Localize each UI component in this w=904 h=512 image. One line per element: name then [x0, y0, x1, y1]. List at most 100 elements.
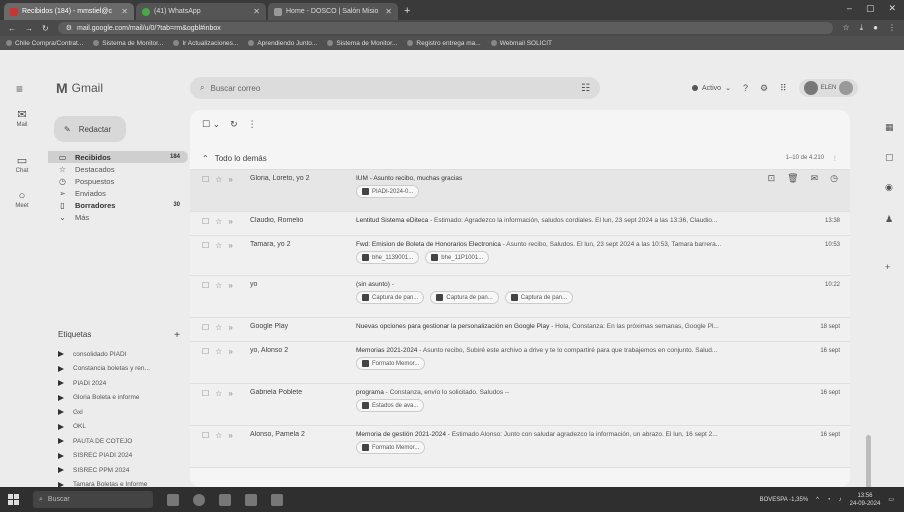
bookmark-item[interactable]: Webmail SOLICIT	[490, 40, 552, 47]
calendar-icon[interactable]: ▦	[885, 122, 894, 133]
checkbox[interactable]: ☐	[202, 217, 209, 235]
clock[interactable]: 13:56 24-09-2024	[850, 492, 881, 508]
download-icon[interactable]: ⤓	[860, 23, 864, 33]
table-row[interactable]: ☐ ☆» yo (sin asunto) - Captura de pan... …	[190, 276, 850, 318]
attachment-chip[interactable]: Captura de pan...	[430, 291, 499, 304]
star-icon[interactable]: ☆	[215, 389, 222, 425]
important-marker-icon[interactable]: »	[228, 389, 232, 425]
browser-tab-whatsapp[interactable]: (41) WhatsApp ✕	[136, 3, 266, 20]
attachment-chip[interactable]: Captura de pan...	[504, 291, 574, 304]
important-marker-icon[interactable]: »	[228, 241, 232, 275]
notifications-icon[interactable]: ▭	[888, 496, 894, 503]
chrome-app-icon[interactable]	[193, 493, 205, 506]
bookmark-item[interactable]: Aprendiendo Junto...	[248, 40, 317, 47]
stock-ticker[interactable]: BOVESPA -1,35%	[760, 497, 809, 503]
gmail-logo[interactable]: M Gmail	[56, 80, 103, 96]
section-header[interactable]: ⌃ Todo lo demás 1–10 de 4.210 ⋮	[190, 148, 850, 170]
snooze-icon[interactable]: ◷	[830, 173, 838, 184]
volume-icon[interactable]: ♪	[839, 497, 842, 503]
checkbox[interactable]: ☐	[202, 281, 209, 317]
mark-unread-icon[interactable]: ✉	[811, 173, 819, 184]
close-window-icon[interactable]: ✕	[888, 3, 896, 14]
attachment-chip[interactable]: Captura de pan...	[356, 291, 425, 304]
table-row[interactable]: ☐ ☆» Tamara, yo 2 Fwd: Emision de Boleta …	[190, 236, 850, 276]
label-item[interactable]: OKL	[48, 420, 188, 435]
search-bar[interactable]: ⌕ Buscar correo ☷	[190, 77, 600, 99]
maximize-icon[interactable]: ▢	[866, 3, 875, 14]
nav-item-sent[interactable]: ➢ Enviados	[48, 187, 188, 199]
star-icon[interactable]: ☆	[215, 347, 222, 383]
nav-item-more[interactable]: ⌄ Más	[48, 211, 188, 223]
add-addon-icon[interactable]: +	[885, 262, 890, 272]
add-label-icon[interactable]: +	[174, 330, 180, 341]
tasks-icon[interactable]: ◉	[885, 182, 893, 193]
label-item[interactable]: consolidado PIADI	[48, 347, 188, 362]
label-item[interactable]: SISREC PIADI 2024	[48, 449, 188, 464]
label-item[interactable]: PIADI 2024	[48, 376, 188, 391]
site-info-icon[interactable]: ⚙	[66, 24, 72, 32]
search-icon[interactable]: ⌕	[200, 83, 204, 93]
tray-chevron-icon[interactable]: ^	[816, 497, 819, 503]
close-tab-icon[interactable]: ✕	[253, 7, 260, 16]
bookmark-item[interactable]: Chile Compra/Contrat...	[6, 40, 83, 47]
status-selector[interactable]: Activo ⌄	[692, 84, 731, 92]
bookmark-item[interactable]: Registro entrega ma...	[407, 40, 481, 47]
table-row[interactable]: ☐ ☆ » Claudio, Romelio Lentitud Sistema eD…	[190, 212, 850, 236]
new-tab-icon[interactable]: +	[404, 5, 410, 17]
label-item[interactable]: SISREC PPM 2024	[48, 463, 188, 478]
checkbox[interactable]: ☐	[202, 389, 209, 425]
rail-item-mail[interactable]: ✉ Mail	[0, 108, 44, 128]
forward-icon[interactable]: →	[25, 24, 33, 33]
attachment-chip[interactable]: Estados de ava...	[356, 399, 425, 412]
nav-item-drafts[interactable]: ▯ Borradores 30	[48, 199, 188, 211]
network-icon[interactable]: ◔	[827, 497, 831, 503]
checkbox[interactable]: ☐	[202, 347, 209, 383]
star-icon[interactable]: ☆	[215, 281, 222, 317]
rail-item-meet[interactable]: ○ Meet	[0, 190, 44, 209]
checkbox[interactable]: ☐	[202, 323, 209, 341]
label-item[interactable]: Gxl	[48, 405, 188, 420]
checkbox[interactable]: ☐	[202, 431, 209, 467]
table-row[interactable]: ☐ ☆ » Google Play Nuevas opciones para ges…	[190, 318, 850, 342]
settings-gear-icon[interactable]: ⚙	[760, 83, 768, 94]
important-marker-icon[interactable]: »	[228, 217, 232, 235]
nav-item-inbox[interactable]: ▭ Recibidos 184	[48, 151, 188, 163]
bookmark-star-icon[interactable]: ☆	[842, 23, 849, 33]
main-menu-icon[interactable]: ≡	[16, 82, 23, 96]
checkbox[interactable]: ☐	[202, 175, 209, 211]
important-marker-icon[interactable]: »	[228, 347, 232, 383]
back-icon[interactable]: ←	[8, 24, 16, 33]
attachment-chip[interactable]: bhe_11P1001...	[425, 251, 490, 264]
windows-start-icon[interactable]	[8, 494, 19, 505]
table-row[interactable]: ☐ ☆» Gloria, Loreto, yo 2 IUM - Asunto re…	[190, 170, 850, 212]
attachment-chip[interactable]: PIADI-2024-0...	[356, 185, 420, 198]
star-icon[interactable]: ☆	[215, 175, 222, 211]
taskbar-search[interactable]: ⌕ Buscar	[33, 491, 153, 508]
important-marker-icon[interactable]: »	[228, 323, 232, 341]
star-icon[interactable]: ☆	[215, 323, 222, 341]
profile-icon[interactable]: ●	[873, 23, 878, 33]
star-icon[interactable]: ☆	[215, 431, 222, 467]
attachment-chip[interactable]: Formato Memor...	[356, 441, 426, 454]
important-marker-icon[interactable]: »	[228, 431, 232, 467]
search-options-icon[interactable]: ☷	[581, 83, 590, 94]
star-icon[interactable]: ☆	[215, 241, 222, 275]
label-item[interactable]: PAUTA DE COTEJO	[48, 434, 188, 449]
contacts-icon[interactable]: ♟	[885, 214, 893, 225]
nav-item-starred[interactable]: ☆ Destacados	[48, 163, 188, 175]
bookmark-item[interactable]: Sistema de Monitor...	[327, 40, 397, 47]
section-menu-icon[interactable]: ⋮	[832, 155, 838, 162]
word-app-icon[interactable]	[271, 493, 283, 506]
star-icon[interactable]: ☆	[215, 217, 222, 235]
important-marker-icon[interactable]: »	[228, 175, 232, 211]
whatsapp-app-icon[interactable]	[245, 493, 257, 506]
help-icon[interactable]: ?	[743, 83, 748, 93]
close-tab-icon[interactable]: ✕	[385, 7, 392, 16]
browser-tab-dosco[interactable]: Home - DOSCO | Salón Misio ✕	[268, 3, 398, 20]
keep-icon[interactable]: ▢	[885, 152, 894, 163]
delete-icon[interactable]: 🗑︎	[787, 173, 798, 184]
select-all-checkbox[interactable]: ☐ ⌄	[202, 119, 220, 130]
bookmark-item[interactable]: Ir Actualizaciones...	[173, 40, 238, 47]
file-explorer-icon[interactable]	[219, 493, 231, 506]
url-field[interactable]: ⚙ mail.google.com/mail/u/0/?tab=rm&ogbl#…	[57, 22, 834, 34]
